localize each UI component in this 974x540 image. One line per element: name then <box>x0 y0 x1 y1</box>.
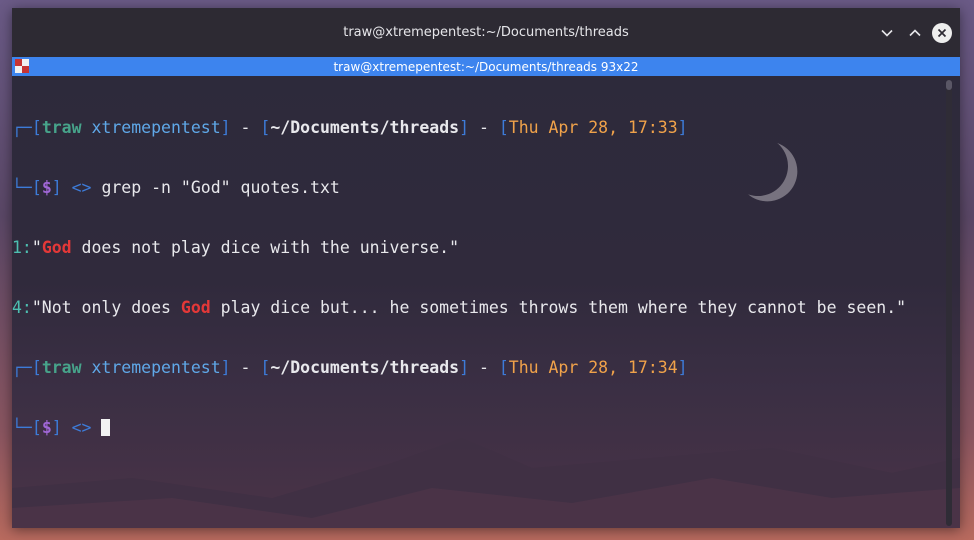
match-highlight: God <box>41 238 72 257</box>
scrollbar[interactable] <box>946 80 952 526</box>
prompt-arrow: <> <box>71 178 92 197</box>
prompt-arrow: <> <box>71 418 92 437</box>
terminal-window: traw@xtremepentest:~/Documents/threads t… <box>12 8 960 528</box>
command-line[interactable]: └─[$] <> <box>12 418 906 438</box>
prompt-host: xtremepentest <box>91 118 221 137</box>
minimize-button[interactable] <box>876 22 898 44</box>
command-text: grep -n "God" quotes.txt <box>101 178 340 197</box>
terminal-output: ┌─[traw xtremepentest] - [~/Documents/th… <box>12 78 906 478</box>
match-highlight: God <box>180 298 211 317</box>
prompt-time: Thu Apr 28, 17:33 <box>508 118 678 137</box>
terminal-area[interactable]: ┌─[traw xtremepentest] - [~/Documents/th… <box>12 76 960 528</box>
prompt-line: ┌─[traw xtremepentest] - [~/Documents/th… <box>12 118 688 137</box>
prompt-cwd: ~/Documents/threads <box>270 358 460 377</box>
line-number: 4: <box>12 298 32 317</box>
close-icon <box>937 28 947 38</box>
tab-label: traw@xtremepentest:~/Documents/threads 9… <box>333 59 639 74</box>
prompt-user: traw <box>41 358 82 377</box>
prompt-symbol: $ <box>41 178 52 197</box>
line-number: 1: <box>12 238 32 257</box>
output-text: does not play dice with the universe." <box>71 238 460 257</box>
output-text: " <box>31 238 42 257</box>
output-text: "Not only does <box>31 298 181 317</box>
session-tab[interactable]: traw@xtremepentest:~/Documents/threads 9… <box>12 57 960 76</box>
command-line: └─[$] <> grep -n "God" quotes.txt <box>12 178 340 197</box>
output-line: 1:"God does not play dice with the unive… <box>12 238 906 258</box>
prompt-line: ┌─[traw xtremepentest] - [~/Documents/th… <box>12 358 688 377</box>
prompt-symbol: $ <box>41 418 52 437</box>
text-cursor <box>101 419 111 436</box>
prompt-time: Thu Apr 28, 17:34 <box>508 358 678 377</box>
prompt-cwd: ~/Documents/threads <box>270 118 460 137</box>
close-button[interactable] <box>932 23 952 43</box>
window-title: traw@xtremepentest:~/Documents/threads <box>343 25 629 40</box>
chevron-up-icon <box>909 29 921 37</box>
prompt-user: traw <box>41 118 82 137</box>
chevron-down-icon <box>881 29 893 37</box>
title-bar[interactable]: traw@xtremepentest:~/Documents/threads <box>12 8 960 57</box>
maximize-button[interactable] <box>904 22 926 44</box>
scrollbar-thumb[interactable] <box>946 80 952 90</box>
output-line: 4:"Not only does God play dice but... he… <box>12 298 906 318</box>
prompt-host: xtremepentest <box>91 358 221 377</box>
output-text: play dice but... he sometimes throws the… <box>210 298 907 317</box>
terminal-app-icon <box>15 59 29 73</box>
